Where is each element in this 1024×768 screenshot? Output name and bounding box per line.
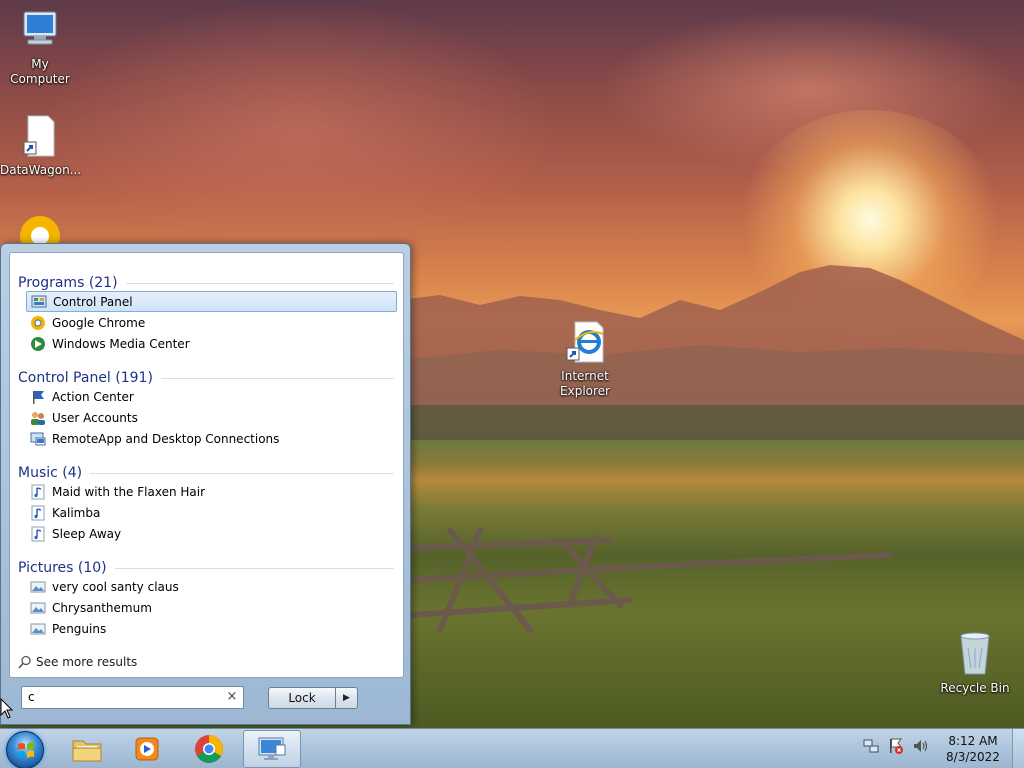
result-label: RemoteApp and Desktop Connections — [52, 431, 280, 446]
lock-button[interactable]: Lock — [268, 687, 336, 709]
picture-file-icon — [30, 602, 46, 613]
result-windows-media-center[interactable]: Windows Media Center — [26, 333, 397, 354]
group-header-pictures[interactable]: Pictures (10) — [18, 560, 394, 576]
desktop-icon-label: Internet Explorer — [560, 369, 610, 398]
group-header-control-panel[interactable]: Control Panel (191) — [18, 370, 394, 386]
chrome-icon — [31, 315, 45, 330]
divider — [90, 472, 394, 474]
result-music-maid[interactable]: Maid with the Flaxen Hair — [26, 481, 397, 502]
internet-explorer-icon — [566, 321, 604, 363]
group-header-label: Pictures (10) — [18, 560, 107, 576]
desktop-icon-my-computer[interactable]: My Computer — [0, 8, 80, 87]
music-file-icon — [31, 526, 45, 541]
result-label: Chrysanthemum — [52, 600, 152, 615]
computer-icon — [23, 11, 57, 45]
control-panel-icon — [31, 295, 47, 307]
result-picture-santy-claus[interactable]: very cool santy claus — [26, 576, 397, 597]
taskbar: 8:12 AM 8/3/2022 — [0, 728, 1024, 768]
desktop-icon-chrome-partial[interactable] — [0, 214, 80, 244]
divider — [114, 567, 394, 569]
show-desktop-button[interactable] — [1012, 729, 1024, 768]
result-picture-chrysanthemum[interactable]: Chrysanthemum — [26, 597, 397, 618]
result-label: Maid with the Flaxen Hair — [52, 484, 206, 499]
taskbar-chrome[interactable] — [180, 730, 238, 768]
divider — [125, 282, 394, 284]
result-music-kalimba[interactable]: Kalimba — [26, 502, 397, 523]
group-header-music[interactable]: Music (4) — [18, 465, 394, 481]
windows-logo-icon — [18, 742, 34, 758]
see-more-results-link[interactable]: See more results — [18, 655, 137, 669]
start-button[interactable] — [6, 731, 44, 768]
divider — [160, 377, 394, 379]
search-results-pane: Programs (21) Control Panel Google Chrom… — [9, 252, 404, 678]
action-center-flag-icon[interactable] — [887, 737, 905, 755]
chrome-icon — [195, 735, 223, 763]
result-action-center[interactable]: Action Center — [26, 386, 397, 407]
chrome-icon — [20, 216, 60, 244]
group-header-label: Music (4) — [18, 465, 83, 481]
desktop-icon-recycle-bin[interactable]: Recycle Bin — [935, 630, 1015, 696]
result-label: very cool santy claus — [52, 579, 179, 594]
start-search-input[interactable]: c — [21, 686, 244, 709]
desktop-icon-label: My Computer — [10, 57, 70, 86]
desktop-icon-label: Recycle Bin — [940, 681, 1010, 695]
result-user-accounts[interactable]: User Accounts — [26, 407, 397, 428]
system-tray — [862, 737, 930, 755]
desktop-icon-internet-explorer[interactable]: Internet Explorer — [545, 320, 625, 399]
picture-file-icon — [30, 623, 46, 634]
media-center-icon — [31, 336, 45, 351]
picture-file-icon — [30, 581, 46, 592]
result-label: Penguins — [52, 621, 107, 636]
taskbar-media-player[interactable] — [118, 730, 176, 768]
see-more-label: See more results — [36, 655, 138, 669]
start-menu: Programs (21) Control Panel Google Chrom… — [0, 243, 411, 725]
taskbar-file-explorer[interactable] — [58, 730, 116, 768]
desktop-icon-datawagon[interactable]: DataWagon... — [0, 114, 82, 178]
result-picture-penguins[interactable]: Penguins — [26, 618, 397, 639]
mouse-cursor-icon — [0, 698, 14, 719]
recycle-bin-icon — [960, 632, 990, 675]
clear-search-icon[interactable]: × — [225, 690, 239, 704]
result-label: Control Panel — [53, 294, 133, 309]
folder-icon — [72, 740, 102, 762]
music-file-icon — [31, 484, 45, 499]
network-icon[interactable] — [862, 737, 880, 755]
remote-desktop-icon — [30, 432, 46, 445]
music-file-icon — [31, 505, 45, 520]
group-header-programs[interactable]: Programs (21) — [18, 275, 394, 291]
shutdown-options-arrow-icon[interactable]: ▶ — [335, 687, 358, 709]
result-label: Google Chrome — [52, 315, 146, 330]
desktop-icon-label: DataWagon... — [0, 163, 82, 177]
result-label: User Accounts — [52, 410, 138, 425]
file-shortcut-icon — [23, 115, 55, 157]
result-label: Kalimba — [52, 505, 101, 520]
result-music-sleep-away[interactable]: Sleep Away — [26, 523, 397, 544]
flag-icon — [33, 390, 44, 404]
group-header-label: Control Panel (191) — [18, 370, 153, 386]
wallpaper-fence — [410, 527, 893, 633]
users-icon — [31, 411, 45, 425]
result-remoteapp[interactable]: RemoteApp and Desktop Connections — [26, 428, 397, 449]
result-control-panel[interactable]: Control Panel — [26, 291, 397, 312]
clock-time: 8:12 AM — [948, 734, 998, 748]
taskbar-clock[interactable]: 8:12 AM 8/3/2022 — [938, 733, 1008, 765]
result-label: Action Center — [52, 389, 134, 404]
search-icon — [18, 655, 31, 669]
group-header-label: Programs (21) — [18, 275, 118, 291]
result-label: Sleep Away — [52, 526, 122, 541]
media-player-icon — [135, 737, 159, 761]
remote-desktop-icon — [258, 737, 286, 760]
taskbar-remote-desktop[interactable] — [243, 730, 301, 768]
result-label: Windows Media Center — [52, 336, 190, 351]
result-google-chrome[interactable]: Google Chrome — [26, 312, 397, 333]
volume-icon[interactable] — [912, 737, 930, 755]
clock-date: 8/3/2022 — [946, 750, 1000, 764]
